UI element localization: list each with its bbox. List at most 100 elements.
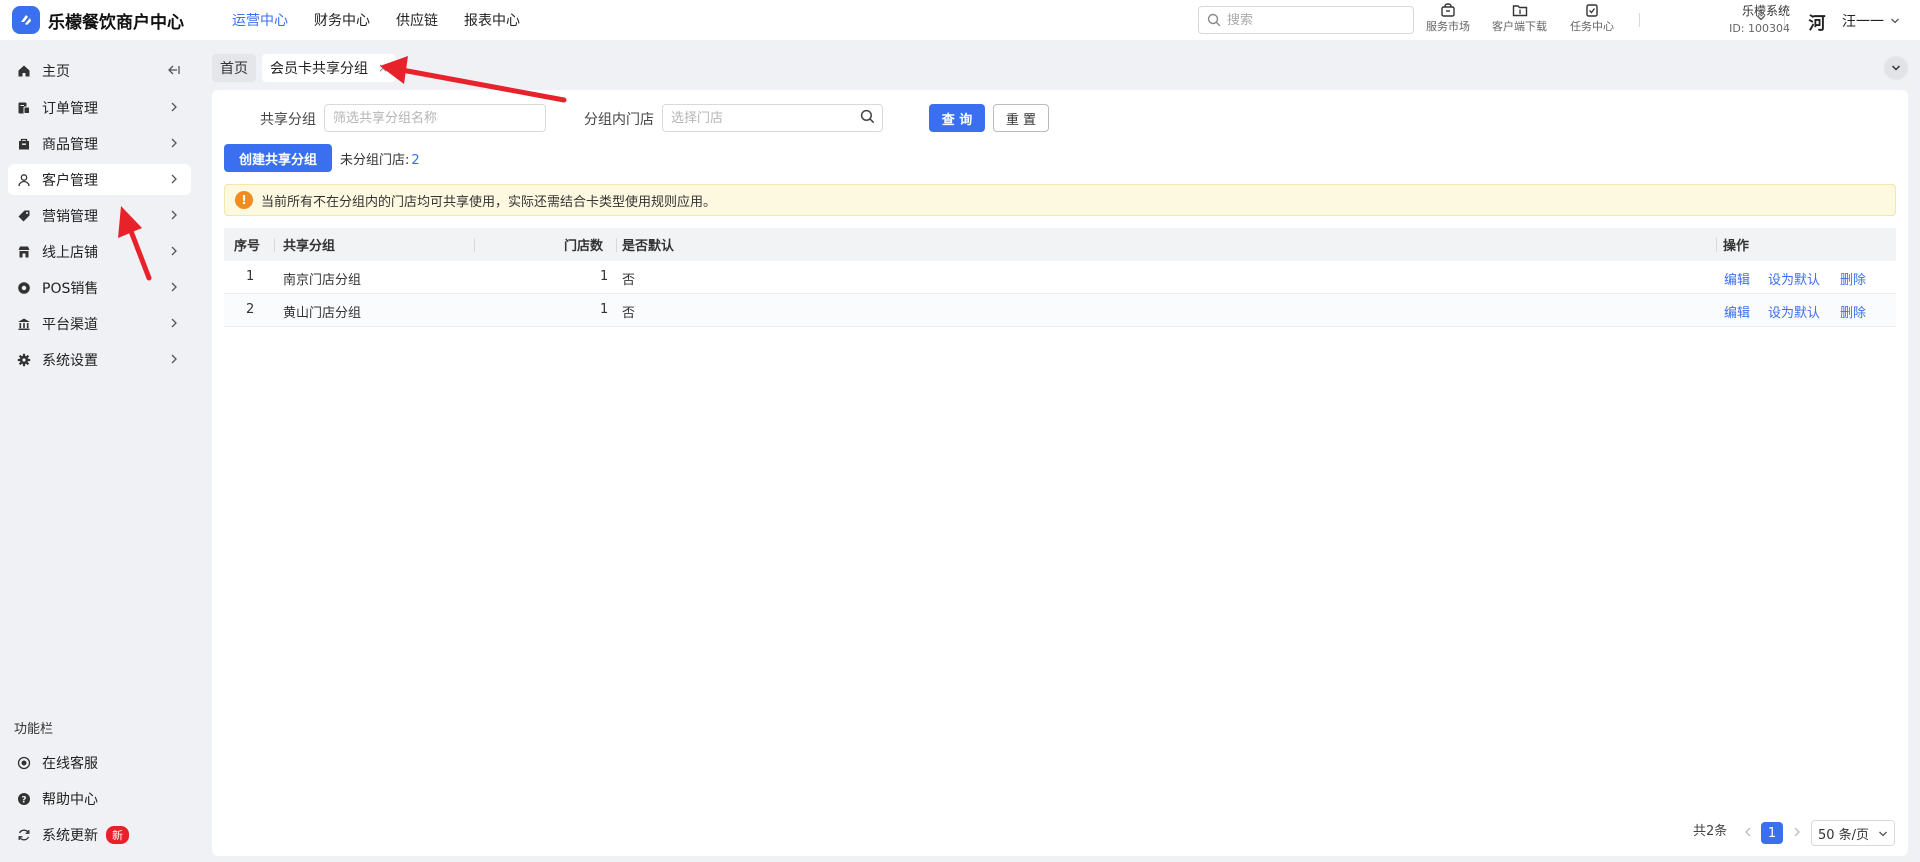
prev-page-icon[interactable] (1742, 826, 1754, 838)
sidebar-item-online-store[interactable]: 线上店铺 (8, 236, 191, 267)
user-menu[interactable]: 河 汪一一 (1804, 8, 1900, 34)
help-icon: ? (16, 791, 32, 807)
sidebar-item-pos[interactable]: POS销售 (8, 272, 191, 303)
chevron-right-icon (171, 138, 177, 148)
set-default-link[interactable]: 设为默认 (1768, 302, 1820, 321)
cell-is-default: 否 (622, 306, 636, 321)
sidebar-item-settings[interactable]: 系统设置 (8, 344, 191, 375)
tab-home[interactable]: 首页 (212, 54, 256, 82)
main-panel: 共享分组 分组内门店 查 询 重 置 创建共享分组 未分组门店:2 ! 当前所有… (212, 90, 1908, 856)
chevron-down-icon (1891, 18, 1899, 24)
sidebar-item-update[interactable]: 系统更新 新 (8, 819, 191, 850)
avatar: 河 (1808, 13, 1826, 34)
store-filter-input[interactable] (662, 104, 883, 132)
sidebar-item-customers[interactable]: 客户管理 (8, 164, 191, 195)
page-tabs: 首页 会员卡共享分组 × (212, 54, 402, 82)
task-center-button[interactable]: 任务中心 (1570, 3, 1614, 34)
sidebar-item-marketing[interactable]: 营销管理 (8, 200, 191, 231)
sidebar-item-orders[interactable]: 订单管理 (8, 92, 191, 123)
global-search-input[interactable] (1227, 12, 1397, 28)
search-icon (1207, 13, 1221, 27)
cell-group-name: 南京门店分组 (283, 273, 362, 288)
app-logo[interactable]: 乐檬餐饮商户中心 (12, 6, 212, 34)
cell-index: 2 (246, 302, 255, 317)
delete-link[interactable]: 删除 (1840, 302, 1866, 321)
topnav-supply-chain[interactable]: 供应链 (396, 10, 438, 30)
edit-link[interactable]: 编辑 (1724, 269, 1750, 288)
tab-member-card-share-group[interactable]: 会员卡共享分组 × (262, 54, 397, 82)
divider (1639, 13, 1640, 27)
share-group-filter-input[interactable] (324, 104, 546, 132)
column-header-store-count: 门店数 (564, 239, 604, 254)
sidebar-item-label: 系统设置 (42, 352, 98, 369)
pos-icon (16, 280, 32, 296)
sidebar-item-label: 主页 (42, 63, 70, 80)
column-separator (274, 238, 275, 252)
warning-icon: ! (235, 191, 253, 209)
query-button[interactable]: 查 询 (929, 104, 985, 132)
column-separator (616, 238, 617, 252)
ungrouped-stores-label: 未分组门店: (340, 153, 410, 168)
global-search (1198, 6, 1414, 34)
create-share-group-button[interactable]: 创建共享分组 (224, 144, 332, 172)
share-group-filter-label: 共享分组 (260, 112, 316, 128)
page-size-value: 50 条/页 (1818, 827, 1870, 843)
chevron-right-icon (171, 210, 177, 220)
headset-icon (16, 755, 32, 771)
service-market-button[interactable]: 服务市场 (1426, 3, 1470, 34)
topnav-operations[interactable]: 运营中心 (232, 10, 288, 30)
chevron-down-icon (1879, 831, 1887, 837)
column-header-group: 共享分组 (283, 239, 336, 254)
close-icon[interactable]: × (378, 61, 388, 75)
chevron-down-icon (1891, 65, 1901, 71)
task-center-label: 任务中心 (1570, 20, 1614, 33)
topnav-reports[interactable]: 报表中心 (464, 10, 520, 30)
sidebar-item-online-service[interactable]: 在线客服 (8, 747, 191, 778)
chevron-right-icon (171, 246, 177, 256)
org-switcher[interactable]: 乐檬系统 ID: 100304 (1690, 2, 1790, 38)
tabs-collapse-button[interactable] (1884, 56, 1908, 80)
sidebar-item-label: POS销售 (42, 280, 99, 297)
user-icon (16, 172, 32, 188)
sidebar-item-label: 订单管理 (42, 100, 98, 117)
page-button-current[interactable]: 1 (1761, 822, 1783, 844)
svg-text:?: ? (21, 795, 26, 805)
search-icon[interactable] (860, 109, 875, 124)
sidebar-item-label: 平台渠道 (42, 316, 98, 333)
client-download-label: 客户端下载 (1492, 20, 1547, 33)
shop-bag-icon (1441, 3, 1455, 17)
page-size-select[interactable]: 50 条/页 (1811, 820, 1895, 846)
tab-label: 首页 (220, 61, 248, 77)
pagination-total: 共2条 (1693, 824, 1728, 839)
service-market-label: 服务市场 (1426, 20, 1470, 33)
column-header-actions: 操作 (1723, 239, 1750, 254)
sidebar-item-label: 帮助中心 (42, 791, 98, 808)
client-download-button[interactable]: 客户端下载 (1492, 3, 1547, 34)
sidebar-item-label: 营销管理 (42, 208, 98, 225)
sidebar-item-channels[interactable]: 平台渠道 (8, 308, 191, 339)
topnav-finance[interactable]: 财务中心 (314, 10, 370, 30)
sidebar-item-label: 商品管理 (42, 136, 98, 153)
chevron-down-icon[interactable] (1756, 13, 1766, 23)
set-default-link[interactable]: 设为默认 (1768, 269, 1820, 288)
gear-icon (16, 352, 32, 368)
sidebar-item-label: 线上店铺 (42, 244, 98, 261)
table-row: 1 南京门店分组 1 否 编辑 设为默认 删除 (224, 261, 1896, 294)
chevron-right-icon (171, 354, 177, 364)
new-badge: 新 (106, 825, 129, 844)
sidebar-item-goods[interactable]: 商品管理 (8, 128, 191, 159)
delete-link[interactable]: 删除 (1840, 269, 1866, 288)
sidebar-item-help[interactable]: ? 帮助中心 (8, 783, 191, 814)
sidebar-item-home[interactable]: 主页 (8, 55, 191, 86)
chevron-right-icon (171, 318, 177, 328)
org-id: ID: 100304 (1729, 22, 1790, 35)
top-bar: 乐檬餐饮商户中心 运营中心 财务中心 供应链 报表中心 服务市场 客户端下载 任… (0, 0, 1920, 40)
sidebar-item-label: 系统更新 (42, 827, 98, 844)
collapse-sidebar-icon[interactable] (167, 63, 181, 77)
cell-store-count: 1 (600, 269, 609, 284)
ungrouped-stores-count[interactable]: 2 (411, 153, 419, 168)
bank-icon (16, 316, 32, 332)
reset-button[interactable]: 重 置 (993, 104, 1049, 132)
next-page-icon[interactable] (1791, 826, 1803, 838)
edit-link[interactable]: 编辑 (1724, 302, 1750, 321)
